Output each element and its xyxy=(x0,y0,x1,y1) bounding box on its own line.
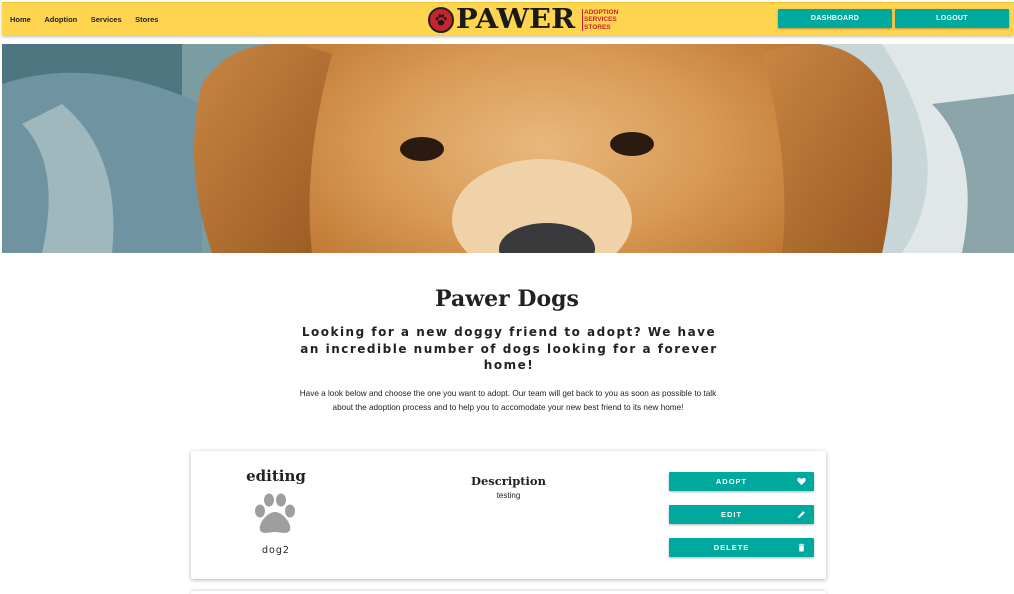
dog-breed: dog2 xyxy=(262,545,290,556)
edit-button-label: EDIT xyxy=(720,510,743,519)
page-title: Pawer Dogs xyxy=(435,286,579,312)
delete-button-label: DELETE xyxy=(713,543,750,552)
logo-subtext: ADOPTION SERVICES STORES xyxy=(582,8,619,32)
trash-icon xyxy=(798,543,805,552)
page-subtitle: Looking for a new doggy friend to adopt?… xyxy=(300,325,718,372)
nav-link-stores[interactable]: Stores xyxy=(135,15,166,24)
dog-card: editing dog2 Description testing ADOPT E… xyxy=(191,451,826,579)
logo-sub-adoption: ADOPTION xyxy=(584,8,619,16)
nav-link-services[interactable]: Services xyxy=(91,15,129,24)
logo-sub-stores: STORES xyxy=(584,23,611,31)
nav-link-home[interactable]: Home xyxy=(10,15,38,24)
dog-name: editing xyxy=(246,467,306,485)
logo-sub-services: SERVICES xyxy=(584,16,617,24)
adopt-button[interactable]: ADOPT xyxy=(669,472,814,491)
pencil-icon xyxy=(797,511,805,519)
heart-icon xyxy=(797,477,806,486)
pawer-logo[interactable]: PAWER ADOPTION SERVICES STORES xyxy=(428,5,618,35)
logo-text: PAWER xyxy=(456,4,576,35)
logout-button[interactable]: LOGOUT xyxy=(895,9,1009,28)
edit-button[interactable]: EDIT xyxy=(669,505,814,524)
adopt-button-label: ADOPT xyxy=(715,477,748,486)
logo-paw-icon xyxy=(428,7,454,33)
description-text: testing xyxy=(496,491,521,500)
dashboard-button[interactable]: DASHBOARD xyxy=(778,9,892,28)
delete-button[interactable]: DELETE xyxy=(669,538,814,557)
description-title: Description xyxy=(471,474,546,488)
paw-icon xyxy=(255,493,295,533)
hero-dog-image xyxy=(2,44,1014,253)
nav-links: Home Adoption Services Stores xyxy=(10,3,172,36)
intro-text: Have a look below and choose the one you… xyxy=(299,389,717,412)
nav-link-adoption[interactable]: Adoption xyxy=(44,15,84,24)
